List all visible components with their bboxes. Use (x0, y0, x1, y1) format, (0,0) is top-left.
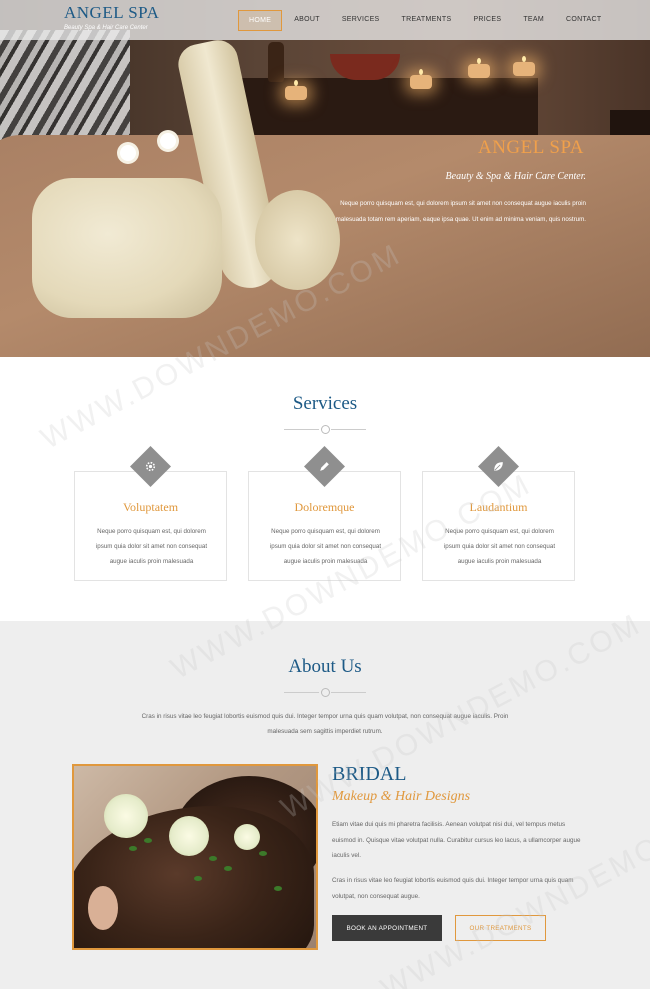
leaf (144, 838, 152, 843)
candle (410, 69, 432, 89)
bridal-title: BRIDAL (332, 763, 407, 785)
rose (104, 794, 148, 838)
service-title: Voluptatem (122, 500, 179, 514)
top-nav: ANGEL SPA Beauty Spa & Hair Care Center … (0, 0, 650, 40)
leaf (259, 851, 267, 856)
service-card[interactable]: Voluptatem Neque porro quisquam est, qui… (74, 445, 227, 581)
divider-line (331, 429, 366, 430)
hero-subtitle: Beauty & Spa & Hair Care Center. (445, 171, 586, 182)
flower (120, 145, 136, 161)
bridal-image (72, 764, 318, 950)
divider-dot (321, 425, 330, 434)
rose (169, 816, 209, 856)
leaf (129, 846, 137, 851)
hero-zebra-curtain (0, 30, 130, 140)
hero-side-table (238, 78, 538, 136)
service-title: Laudantium (469, 500, 528, 514)
towel-roll (32, 178, 222, 318)
service-title: Doloremque (294, 500, 355, 514)
leaf-icon (484, 452, 513, 481)
page: ANGEL SPA Beauty & Spa & Hair Care Cente… (0, 0, 650, 989)
our-treatments-button[interactable]: OUR TREATMENTS (455, 915, 546, 941)
service-text: Neque porro quisquam est, qui dolorem ip… (95, 528, 208, 565)
leaf (194, 876, 202, 881)
nav-prices[interactable]: PRICES (463, 10, 511, 31)
hero-banner: ANGEL SPA Beauty & Spa & Hair Care Cente… (0, 0, 650, 357)
candle (513, 56, 535, 76)
ear (88, 886, 118, 930)
flower (160, 133, 176, 149)
nav-home[interactable]: HOME (238, 10, 283, 31)
about-title: About Us (288, 656, 362, 677)
rose (234, 824, 260, 850)
logo-tagline: Beauty Spa & Hair Care Center (64, 25, 148, 31)
candle (285, 80, 307, 100)
divider-line (284, 429, 319, 430)
service-card[interactable]: Doloremque Neque porro quisquam est, qui… (248, 445, 401, 581)
nav-about[interactable]: ABOUT (284, 10, 330, 31)
nav-services[interactable]: SERVICES (332, 10, 390, 31)
hero-bottle (268, 42, 284, 82)
about-text: Cras in risus vitae leo feugiat lobortis… (141, 713, 509, 735)
service-text: Neque porro quisquam est, qui dolorem ip… (269, 528, 382, 565)
pencil-icon (310, 452, 339, 481)
nav-contact[interactable]: CONTACT (556, 10, 611, 31)
divider-dot (321, 688, 330, 697)
hero-text: Neque porro quisquam est, qui dolorem ip… (335, 200, 586, 223)
leaf (274, 886, 282, 891)
nav-treatments[interactable]: TREATMENTS (392, 10, 462, 31)
nav-team[interactable]: TEAM (513, 10, 554, 31)
bridal-paragraph: Etiam vitae dui quis mi pharetra facilis… (332, 821, 581, 859)
about-divider (284, 688, 366, 697)
bridal-subtitle: Makeup & Hair Designs (332, 789, 471, 804)
bridal-paragraph: Cras in risus vitae leo feugiat lobortis… (332, 877, 574, 900)
leaf (209, 856, 217, 861)
leaf (224, 866, 232, 871)
gear-icon (136, 452, 165, 481)
book-appointment-button[interactable]: BOOK AN APPOINTMENT (332, 915, 442, 941)
main-menu: HOME ABOUT SERVICES TREATMENTS PRICES TE… (238, 10, 613, 31)
service-text: Neque porro quisquam est, qui dolorem ip… (443, 528, 556, 565)
logo[interactable]: ANGEL SPA (64, 3, 159, 23)
divider-line (331, 692, 366, 693)
hero-title: ANGEL SPA (477, 137, 584, 158)
service-card[interactable]: Laudantium Neque porro quisquam est, qui… (422, 445, 575, 581)
services-title: Services (292, 393, 358, 414)
divider-line (284, 692, 319, 693)
candle (468, 58, 490, 78)
services-divider (284, 425, 366, 434)
